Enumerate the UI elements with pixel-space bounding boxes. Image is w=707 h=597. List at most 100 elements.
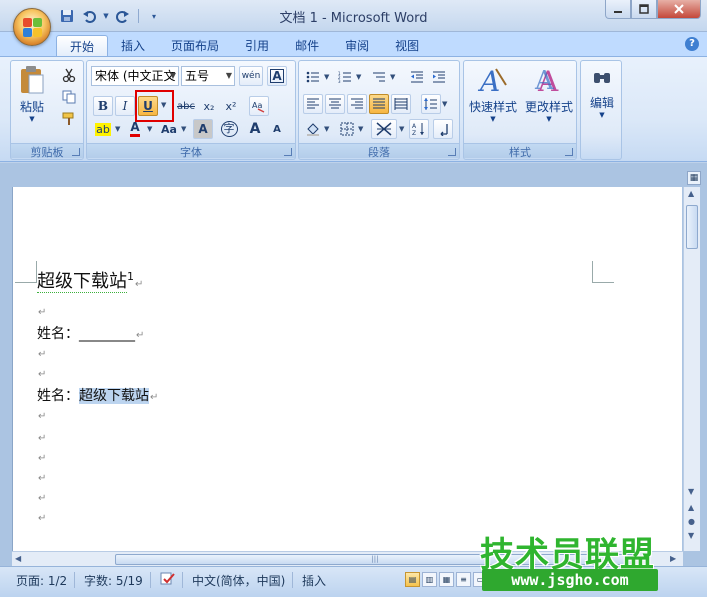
superscript-button[interactable]: x²	[221, 96, 241, 116]
show-marks-icon[interactable]	[433, 119, 453, 139]
document-line[interactable]: ↵	[37, 407, 46, 423]
chinese-layout-dropdown-icon[interactable]: ▼	[399, 125, 407, 133]
help-icon[interactable]: ?	[685, 37, 699, 51]
horizontal-scrollbar[interactable]: ◀ ||| ▶	[12, 551, 683, 566]
minimize-button[interactable]	[605, 0, 631, 19]
phonetic-guide-button[interactable]: wén	[239, 66, 263, 86]
full-screen-reading-view-icon[interactable]: ▥	[422, 572, 437, 587]
font-size-combo[interactable]: 五号 ▼	[181, 66, 235, 86]
document-line[interactable]: 姓名：________↵	[37, 323, 144, 343]
increase-indent-icon[interactable]	[429, 67, 449, 87]
font-name-dropdown-icon[interactable]: ▼	[170, 67, 176, 85]
scroll-right-icon[interactable]: ▶	[670, 554, 676, 563]
status-language[interactable]: 中文(简体，中国)	[192, 572, 285, 589]
next-page-icon[interactable]: ▼	[688, 531, 694, 540]
chinese-layout-icon[interactable]	[371, 119, 397, 139]
cut-icon[interactable]	[59, 65, 79, 85]
status-page[interactable]: 页面: 1/2	[16, 572, 67, 589]
font-color-button[interactable]: A	[125, 119, 145, 139]
clear-formatting-icon[interactable]: Aa	[249, 96, 269, 116]
document-line[interactable]: ↵	[37, 449, 46, 465]
multilevel-dropdown-icon[interactable]: ▼	[390, 73, 398, 81]
outline-view-icon[interactable]: ≡	[456, 572, 471, 587]
decrease-indent-icon[interactable]	[407, 67, 427, 87]
office-button[interactable]	[13, 8, 51, 46]
scroll-up-icon[interactable]: ▲	[688, 189, 694, 198]
change-case-button[interactable]: Aa	[157, 119, 181, 139]
strikethrough-button[interactable]: abc	[175, 96, 197, 116]
paste-button[interactable]: 粘贴 ▼	[15, 65, 49, 123]
paragraph-launcher-icon[interactable]	[448, 148, 456, 156]
char-border-button[interactable]: A	[267, 66, 287, 86]
justify-icon[interactable]	[369, 94, 389, 114]
enclose-char-button[interactable]: 字	[219, 119, 239, 139]
char-shading-button[interactable]: A	[193, 119, 213, 139]
shading-icon[interactable]	[303, 119, 323, 139]
document-line[interactable]: 姓名：超级下载站↵	[37, 385, 158, 405]
multilevel-list-icon[interactable]	[369, 67, 389, 87]
scroll-down-icon[interactable]: ▼	[688, 487, 694, 496]
document-page[interactable]: 超级下载站1↵ ↵ 姓名：________↵ ↵ ↵ 姓名：超级下载站↵ ↵ ↵ ↵ ↵ ↵ ↵	[12, 187, 682, 551]
document-line[interactable]: ↵	[37, 509, 46, 525]
document-line[interactable]: ↵	[37, 365, 46, 381]
line-spacing-icon[interactable]	[421, 94, 441, 114]
font-launcher-icon[interactable]	[284, 148, 292, 156]
bullets-icon[interactable]	[303, 67, 323, 87]
tab-2[interactable]: 页面布局	[158, 35, 232, 56]
align-left-icon[interactable]	[303, 94, 323, 114]
footnote-reference[interactable]: 1	[127, 270, 134, 283]
font-name-combo[interactable]: 宋体 (中文正文 ▼	[91, 66, 179, 86]
status-insert-mode[interactable]: 插入	[302, 572, 326, 589]
document-line[interactable]: ↵	[37, 469, 46, 485]
align-right-icon[interactable]	[347, 94, 367, 114]
italic-button[interactable]: I	[115, 96, 135, 116]
tab-3[interactable]: 引用	[232, 35, 282, 56]
quick-styles-button[interactable]: A 快速样式 ▼	[466, 65, 520, 123]
styles-launcher-icon[interactable]	[565, 148, 573, 156]
close-button[interactable]	[657, 0, 701, 19]
draft-view-icon[interactable]: ▭	[473, 572, 488, 587]
vertical-scrollbar[interactable]: ▲ ▼ ▲ ● ▼	[683, 187, 700, 551]
borders-dropdown-icon[interactable]: ▼	[358, 125, 366, 133]
editing-button[interactable]: 编辑 ▼	[583, 65, 621, 119]
tab-6[interactable]: 视图	[382, 35, 432, 56]
document-line[interactable]: ↵	[37, 303, 46, 319]
document-line[interactable]: 超级下载站1↵	[37, 267, 143, 293]
change-styles-dropdown-icon[interactable]: ▼	[522, 115, 576, 123]
font-size-dropdown-icon[interactable]: ▼	[226, 67, 232, 85]
borders-icon[interactable]	[337, 119, 357, 139]
status-words[interactable]: 字数: 5/19	[84, 572, 143, 589]
subscript-button[interactable]: x₂	[199, 96, 219, 116]
sort-icon[interactable]: AZ	[409, 119, 429, 139]
font-color-dropdown-icon[interactable]: ▼	[147, 125, 155, 133]
shrink-font-button[interactable]: A	[267, 119, 287, 139]
format-painter-icon[interactable]	[59, 109, 79, 129]
align-center-icon[interactable]	[325, 94, 345, 114]
clipboard-launcher-icon[interactable]	[72, 148, 80, 156]
tab-4[interactable]: 邮件	[282, 35, 332, 56]
line-spacing-dropdown-icon[interactable]: ▼	[442, 100, 450, 108]
tab-5[interactable]: 审阅	[332, 35, 382, 56]
highlight-color-button[interactable]: ab	[92, 119, 114, 139]
horizontal-scroll-thumb[interactable]: |||	[115, 554, 635, 565]
print-layout-view-icon[interactable]: ▤	[405, 572, 420, 587]
maximize-button[interactable]	[631, 0, 657, 19]
document-line[interactable]: ↵	[37, 429, 46, 445]
paste-dropdown-icon[interactable]: ▼	[15, 115, 49, 123]
distributed-icon[interactable]	[391, 94, 411, 114]
document-line[interactable]: ↵	[37, 489, 46, 505]
browse-object-icon[interactable]: ●	[688, 517, 695, 526]
change-styles-button[interactable]: AA 更改样式 ▼	[522, 65, 576, 123]
numbering-dropdown-icon[interactable]: ▼	[356, 73, 364, 81]
change-case-dropdown-icon[interactable]: ▼	[181, 125, 189, 133]
tab-1[interactable]: 插入	[108, 35, 158, 56]
selected-text[interactable]: 超级下载站	[79, 388, 149, 404]
tab-0[interactable]: 开始	[56, 35, 109, 56]
spelling-check-icon[interactable]	[160, 572, 176, 589]
web-layout-view-icon[interactable]: ▦	[439, 572, 454, 587]
grow-font-button[interactable]: A	[245, 119, 265, 139]
vertical-scroll-thumb[interactable]	[686, 205, 698, 249]
quick-styles-dropdown-icon[interactable]: ▼	[466, 115, 520, 123]
bullets-dropdown-icon[interactable]: ▼	[324, 73, 332, 81]
highlight-dropdown-icon[interactable]: ▼	[115, 125, 123, 133]
